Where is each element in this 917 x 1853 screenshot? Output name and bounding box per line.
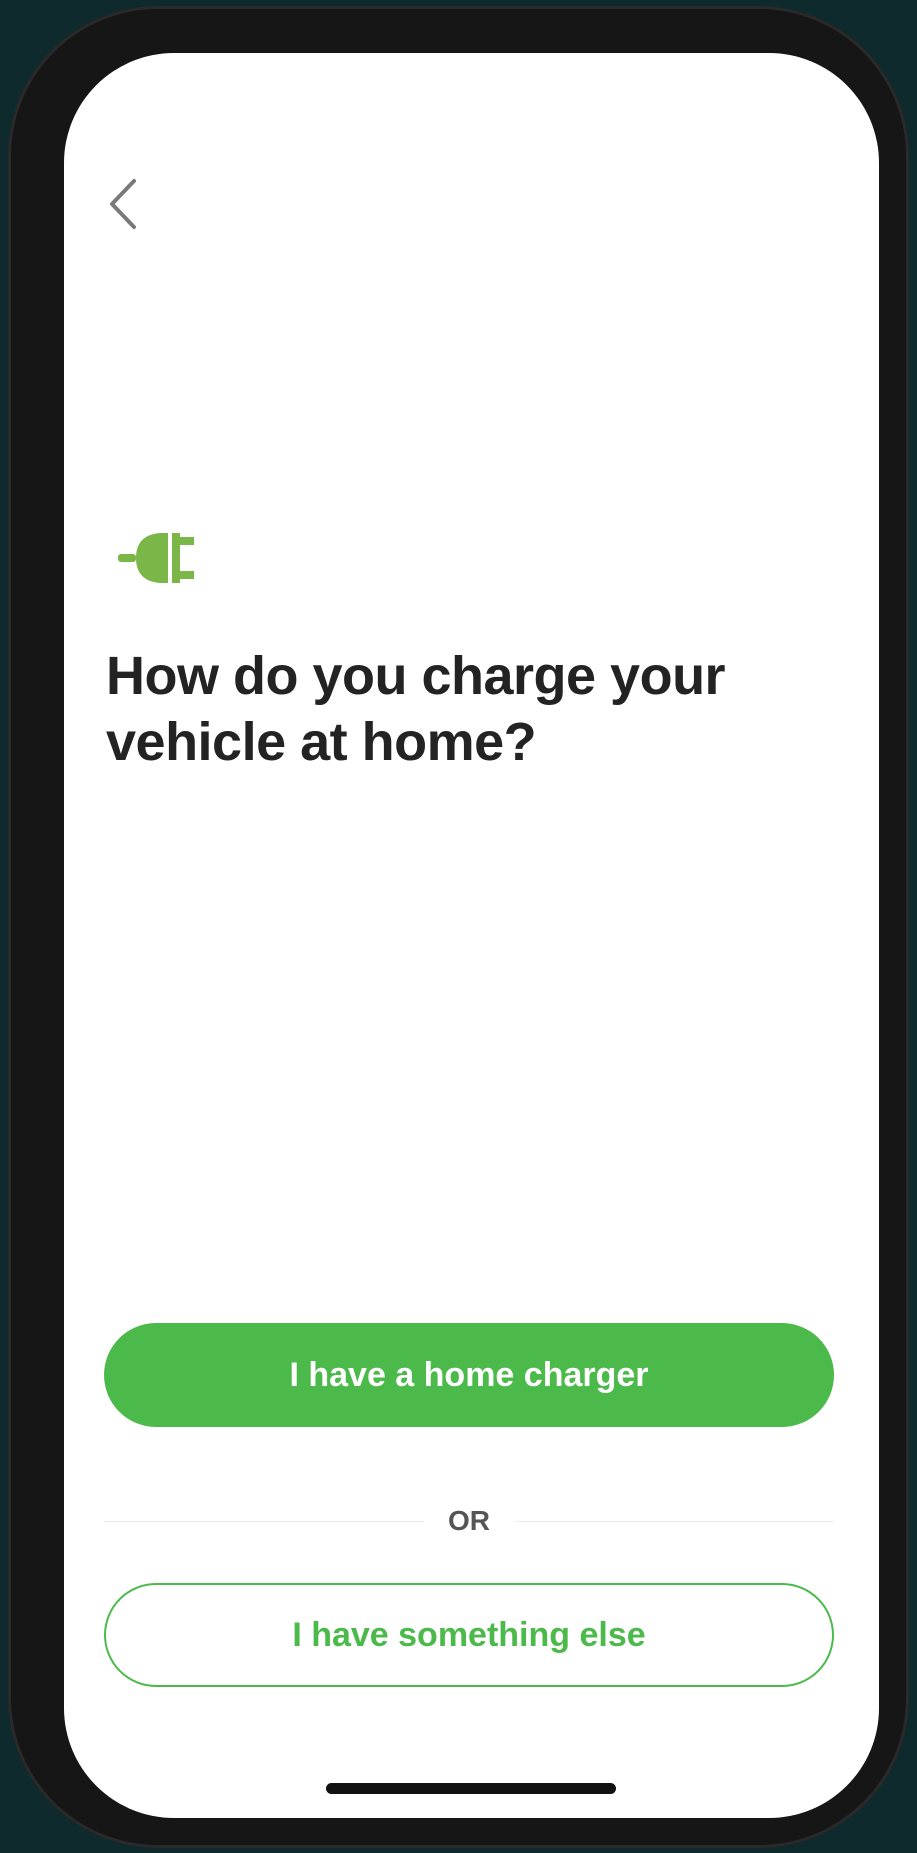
something-else-button[interactable]: I have something else (104, 1583, 834, 1687)
divider-line-left (104, 1520, 424, 1522)
or-divider: OR (104, 1501, 834, 1541)
phone-frame: How do you charge your vehicle at home? … (8, 6, 909, 1848)
home-indicator[interactable] (326, 1783, 616, 1794)
page-title: How do you charge your vehicle at home? (106, 646, 726, 772)
home-charger-button[interactable]: I have a home charger (104, 1323, 834, 1427)
divider-line-right (514, 1520, 834, 1522)
or-label: OR (448, 1505, 490, 1536)
plug-icon (116, 523, 206, 593)
app-screen: How do you charge your vehicle at home? … (64, 53, 879, 1818)
chevron-left-icon (110, 179, 136, 229)
back-button[interactable] (100, 169, 150, 239)
